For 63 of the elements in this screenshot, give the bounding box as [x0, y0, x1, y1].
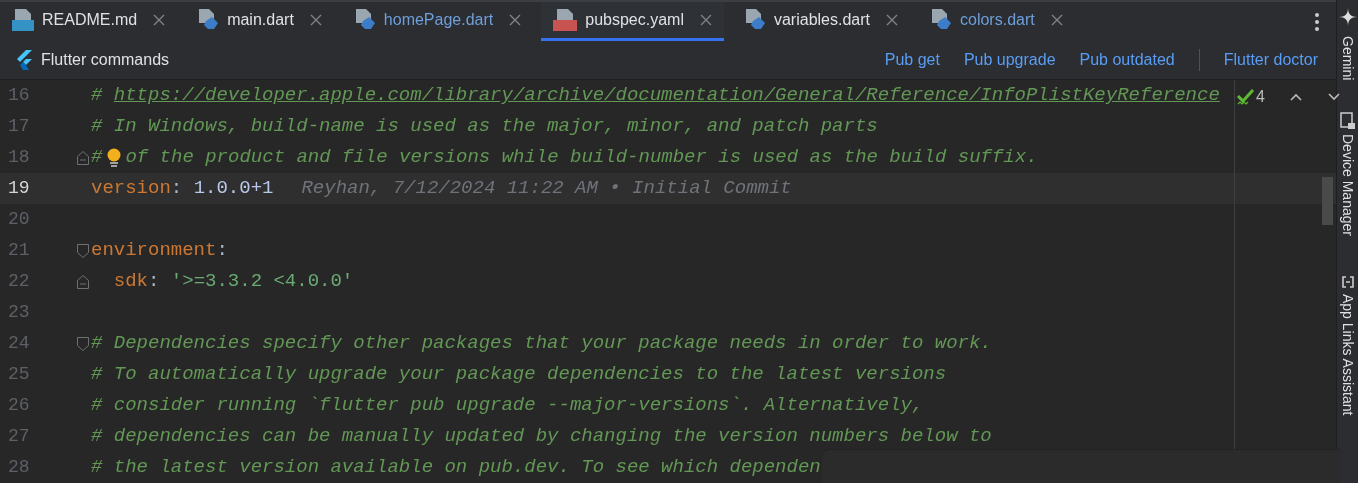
- dart-file-icon: [197, 8, 220, 32]
- code-line: # https://developer.apple.com/library/archive/documentation/General/Reference/InfoPlistKeyReference: [91, 83, 1220, 109]
- file-tab[interactable]: pubspec.yaml: [541, 2, 724, 41]
- tool-window-tab[interactable]: Gemini: [1337, 36, 1358, 81]
- close-icon[interactable]: [509, 14, 522, 26]
- line-number: 20: [7, 208, 31, 231]
- toolbar-link[interactable]: Pub upgrade: [963, 48, 1056, 72]
- close-icon[interactable]: [309, 14, 322, 26]
- close-icon[interactable]: [153, 14, 166, 26]
- line-number: 21: [7, 239, 31, 262]
- toolbar-link[interactable]: Pub get: [884, 48, 940, 72]
- inspection-status[interactable]: 4: [1236, 85, 1265, 109]
- line-number: 16: [7, 84, 31, 107]
- code-line: # dependencies can be manually updated by changing the version numbers below to: [91, 424, 992, 450]
- file-tab[interactable]: homePage.dart: [341, 2, 534, 41]
- close-icon[interactable]: [886, 14, 898, 26]
- line-number: 28: [7, 456, 31, 479]
- flutter-logo-icon: [15, 50, 33, 70]
- code-line: sdk: '>=3.3.2 <4.0.0': [112, 269, 354, 295]
- fold-marker-icon[interactable]: [76, 242, 90, 259]
- code-line: # Dependencies specify other packages that your package needs in order to work.: [91, 331, 992, 357]
- code-line: of the product and file versions while build-number is used as the build suffix.: [125, 145, 1038, 171]
- line-number: 25: [7, 363, 31, 386]
- fold-marker-icon[interactable]: [76, 335, 90, 352]
- code-line: #: [91, 145, 103, 171]
- more-options-icon[interactable]: [1314, 11, 1320, 32]
- comment-link[interactable]: https://developer.apple.com/library/archive/documentation/General/Reference/InfoPlistKeyReference: [113, 84, 1220, 107]
- tool-window-icon[interactable]: [1339, 112, 1356, 131]
- blame-annotation: Reyhan, 7/12/2024 11:22 AM • Initial Commit: [301, 176, 792, 202]
- dart-file-icon: [743, 8, 766, 32]
- line-number: 24: [7, 332, 31, 355]
- code-line: # the latest version available on pub.dev. To see which dependen: [91, 455, 821, 481]
- code-line: # To automatically upgrade your package dependencies to the latest versions: [91, 362, 947, 388]
- fold-marker-icon[interactable]: [76, 149, 90, 166]
- code-line: # consider running `flutter pub upgrade --major-versions`. Alternatively,: [91, 393, 924, 419]
- file-tab[interactable]: README.md: [0, 2, 178, 41]
- close-icon[interactable]: [1050, 14, 1063, 26]
- line-number: 23: [7, 301, 31, 324]
- line-number: 26: [7, 394, 31, 417]
- file-tab[interactable]: variables.dart: [731, 2, 910, 41]
- toolbar-title: Flutter commands: [41, 50, 170, 70]
- toolbar-link[interactable]: Flutter doctor: [1223, 48, 1318, 72]
- tool-window-tab[interactable]: App Links Assistant: [1337, 294, 1358, 416]
- yaml-file-icon: [553, 8, 578, 32]
- line-number: 18: [7, 146, 31, 169]
- code-line: # In Windows, build-name is used as the major, minor, and patch parts: [91, 114, 878, 140]
- line-number: 27: [7, 425, 31, 448]
- code-line: version: 1.0.0+1: [91, 176, 274, 202]
- markdown-file-icon: [12, 8, 34, 32]
- fold-marker-icon[interactable]: [76, 273, 90, 290]
- line-number: 19: [7, 177, 31, 200]
- scrollbar-thumb[interactable]: [1322, 177, 1333, 225]
- toolbar-link[interactable]: Pub outdated: [1079, 48, 1175, 72]
- dart-file-icon: [930, 8, 952, 32]
- close-icon[interactable]: [699, 14, 712, 26]
- line-number: 22: [7, 270, 31, 293]
- code-line: environment:: [91, 238, 228, 264]
- tool-window-icon[interactable]: [1339, 274, 1356, 291]
- line-number: 17: [7, 115, 31, 138]
- file-tab[interactable]: colors.dart: [918, 2, 1075, 41]
- tool-window-tab[interactable]: Device Manager: [1337, 134, 1358, 237]
- dart-file-icon: [353, 8, 376, 32]
- file-tab[interactable]: main.dart: [185, 2, 334, 41]
